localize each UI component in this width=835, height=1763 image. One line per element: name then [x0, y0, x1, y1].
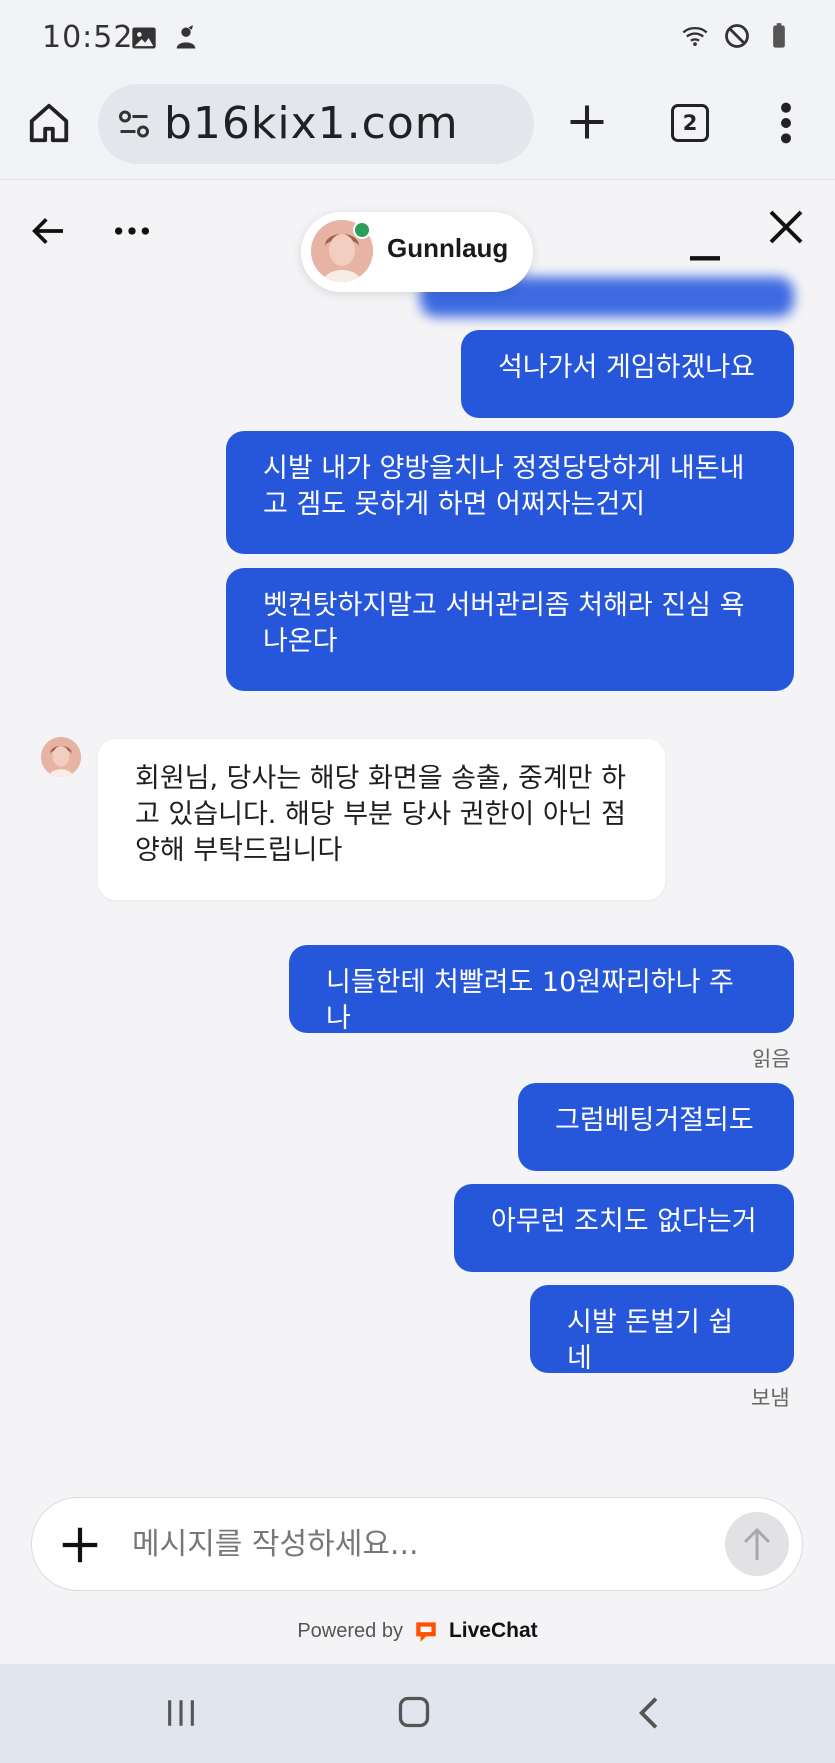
site-info-icon[interactable]: [116, 106, 152, 142]
chat-window: Gunnlaug 석나가서 게임하겠나요 시발 내가 양방을치나 정정당당하게 …: [0, 181, 835, 1664]
address-bar[interactable]: b16kix1.com: [98, 84, 534, 164]
status-time: 10:52: [42, 20, 134, 55]
recents-icon[interactable]: [163, 1696, 199, 1730]
message-composer: [31, 1497, 803, 1591]
status-right-icons: [681, 22, 793, 50]
user-message[interactable]: 시발 돈벌기 쉽네: [530, 1285, 794, 1374]
tabs-icon[interactable]: 2: [671, 104, 709, 142]
wifi-off-icon: [682, 26, 708, 47]
agent-info-pill[interactable]: Gunnlaug: [301, 212, 533, 292]
avatar: [41, 737, 81, 777]
sent-status: 보냄: [751, 1386, 790, 1410]
send-button[interactable]: [725, 1512, 789, 1576]
user-message[interactable]: 아무런 조치도 없다는거: [454, 1184, 794, 1272]
message-line: 고 겜도 못하게 하면 어쩌자는건지: [263, 489, 646, 520]
more-vert-icon[interactable]: [774, 100, 798, 146]
message-input[interactable]: [132, 1514, 652, 1574]
online-status-dot: [353, 221, 371, 239]
message-line: 고 있습니다. 해당 부분 당사 권한이 아닌 점: [135, 799, 626, 830]
read-status: 읽음: [752, 1047, 791, 1071]
close-icon[interactable]: [766, 207, 806, 247]
user-message[interactable]: 시발 내가 양방을치나 정정당당하게 내돈내 고 겜도 못하게 하면 어쩌자는건…: [226, 431, 794, 554]
message-line: 시발 내가 양방을치나 정정당당하게 내돈내: [263, 453, 745, 484]
status-left-icons: [130, 24, 200, 52]
plus-icon[interactable]: [57, 1522, 103, 1568]
notification-person-icon: [176, 25, 196, 49]
home-outline-icon[interactable]: [396, 1692, 432, 1732]
message-line: 양해 부탁드립니다: [135, 835, 343, 866]
plus-icon[interactable]: [565, 100, 609, 144]
brand-name[interactable]: LiveChat: [449, 1619, 538, 1643]
back-arrow-icon[interactable]: [28, 211, 68, 251]
user-message[interactable]: 그럼베팅거절되도: [518, 1083, 794, 1171]
more-horiz-icon[interactable]: [112, 211, 152, 251]
agent-message[interactable]: 회원님, 당사는 해당 화면을 송출, 중계만 하 고 있습니다. 해당 부분 …: [98, 739, 665, 900]
image-icon: [132, 27, 156, 49]
system-nav-bar: [0, 1664, 835, 1763]
back-chevron-icon[interactable]: [634, 1694, 662, 1732]
user-message[interactable]: 벳컨탓하지말고 서버관리좀 처해라 진심 욕 나온다: [226, 568, 794, 691]
browser-toolbar: b16kix1.com 2: [0, 80, 835, 180]
agent-name: Gunnlaug: [387, 233, 509, 263]
message-line: 회원님, 당사는 해당 화면을 송출, 중계만 하: [135, 763, 626, 794]
do-not-disturb-icon: [725, 24, 749, 48]
battery-icon: [773, 23, 785, 48]
home-icon[interactable]: [26, 100, 72, 146]
message-line: 벳컨탓하지말고 서버관리좀 처해라 진심 욕: [263, 590, 745, 621]
status-bar: 10:52: [0, 0, 835, 80]
minimize-icon[interactable]: [684, 225, 726, 265]
chat-header-left: [28, 211, 152, 251]
message-line: 나온다: [263, 626, 338, 657]
livechat-logo-icon: [416, 1622, 436, 1642]
powered-by-text: Powered by: [297, 1619, 403, 1642]
powered-by-footer: Powered by LiveChat: [0, 1614, 835, 1648]
user-message[interactable]: 니들한테 처빨려도 10원짜리하나 주나: [289, 945, 794, 1034]
user-message[interactable]: 석나가서 게임하겠나요: [461, 330, 794, 418]
send-arrow-up-icon: [743, 1527, 771, 1560]
url-text[interactable]: b16kix1.com: [164, 98, 459, 149]
